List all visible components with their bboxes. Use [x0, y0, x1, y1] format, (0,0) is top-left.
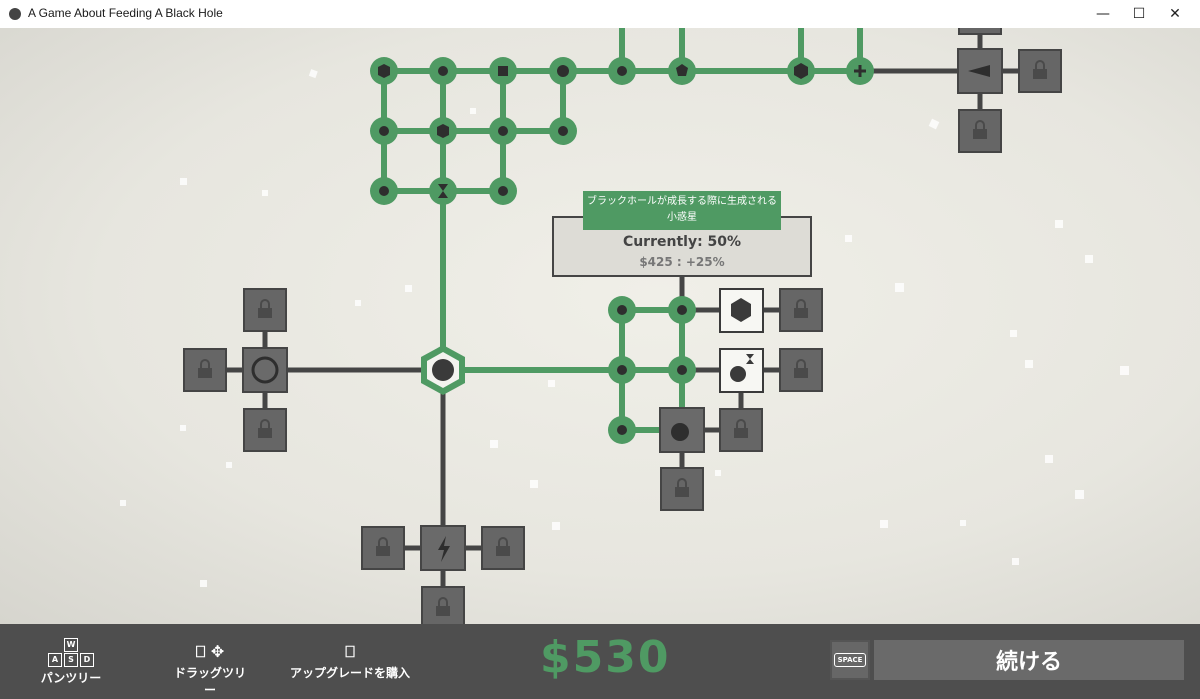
- locked-node[interactable]: [243, 408, 287, 452]
- black-hole-app-icon: [9, 8, 21, 20]
- crosshair-icon: [379, 186, 389, 196]
- orbit-icon: [617, 66, 627, 76]
- crosshair-icon: [379, 126, 389, 136]
- pan-tree-hint: W ASD パンツリー: [40, 636, 102, 686]
- tooltip-current-value: Currently: 50%: [622, 234, 742, 250]
- hub-node[interactable]: [242, 347, 288, 393]
- pan-tree-label: パンツリー: [40, 671, 102, 685]
- drag-tree-hint: ⎕ ✥ ドラッグツリー: [170, 642, 250, 698]
- available-upgrades: [719, 288, 764, 393]
- space-key-icon: SPACE: [830, 640, 870, 680]
- money-counter: $530: [540, 632, 671, 683]
- crosshair-icon: [498, 186, 508, 196]
- locked-node[interactable]: [361, 526, 405, 570]
- mouse-click-icon: ⎕: [345, 642, 355, 661]
- upgrade-tree-canvas[interactable]: Currently: 50% $425 : +25% ブラックホールが成長する際…: [0, 28, 1200, 624]
- asteroid-icon: [677, 365, 687, 375]
- drag-tree-label: ドラッグツリー: [173, 666, 246, 697]
- locked-node[interactable]: [719, 408, 763, 452]
- locked-node[interactable]: [958, 109, 1002, 153]
- locked-node[interactable]: [1018, 49, 1062, 93]
- locked-node[interactable]: [183, 348, 227, 392]
- wasd-keys-icon: W ASD: [40, 636, 102, 668]
- orbit-icon: [438, 66, 448, 76]
- crosshair-icon: [617, 425, 627, 435]
- tooltip-price: $425 : +25%: [639, 255, 725, 269]
- locked-node[interactable]: [779, 348, 823, 392]
- buy-upgrade-label: アップグレードを購入: [290, 666, 411, 680]
- crosshair-icon: [498, 126, 508, 136]
- locked-node[interactable]: [481, 526, 525, 570]
- asteroid-cluster-icon: [730, 366, 746, 382]
- tooltip-description: ブラックホールが成長する際に生成される 小惑星: [583, 191, 781, 230]
- cluster-icon: [557, 65, 569, 77]
- close-button[interactable]: ✕: [1152, 0, 1198, 28]
- key-w: W: [64, 638, 78, 652]
- space-key-label: SPACE: [833, 653, 867, 667]
- locked-node[interactable]: [958, 28, 1002, 35]
- key-a: A: [48, 653, 62, 667]
- tooltip-description-line2: 小惑星: [667, 212, 697, 223]
- mouse-drag-icon: ⎕ ✥: [195, 642, 225, 661]
- continue-button[interactable]: 続ける: [874, 640, 1184, 680]
- window-title: A Game About Feeding A Black Hole: [28, 6, 223, 20]
- locked-node[interactable]: [421, 586, 465, 624]
- split-icon: [498, 66, 508, 76]
- split-icon: [558, 126, 568, 136]
- cluster-icon: [617, 305, 627, 315]
- locked-node[interactable]: [660, 467, 704, 511]
- asteroid-cluster-icon: [671, 423, 689, 441]
- locked-node[interactable]: [243, 288, 287, 332]
- key-s: S: [64, 653, 78, 667]
- key-d: D: [80, 653, 94, 667]
- cluster-icon: [617, 365, 627, 375]
- locked-node[interactable]: [779, 288, 823, 332]
- cluster-icon: [677, 305, 687, 315]
- tooltip-description-line1: ブラックホールが成長する際に生成される: [587, 196, 777, 207]
- upgrade-tree: [120, 28, 1129, 624]
- window-titlebar: A Game About Feeding A Black Hole — ☐ ✕: [0, 0, 1200, 29]
- buy-upgrade-hint: ⎕ アップグレードを購入: [290, 642, 410, 681]
- bottom-control-bar: W ASD パンツリー ⎕ ✥ ドラッグツリー ⎕ アップグレードを購入 $53…: [0, 624, 1200, 699]
- black-hole-core[interactable]: [421, 345, 465, 395]
